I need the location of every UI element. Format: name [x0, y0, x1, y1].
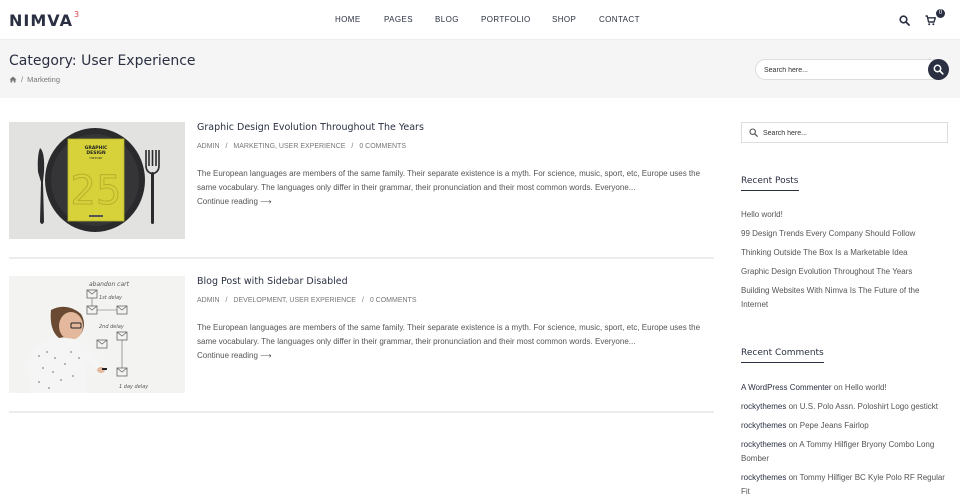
continue-reading-link[interactable]: Continue reading ⟶ [197, 351, 272, 360]
comment-author[interactable]: rockythemes [741, 402, 786, 411]
sidebar-search-input[interactable] [763, 127, 943, 139]
recent-post-link[interactable]: Hello world! [741, 208, 948, 222]
board-text: 2nd delay [99, 324, 125, 330]
sidebar-search-box [741, 122, 948, 143]
whiteboard-man-image: abandon cart 1st delay 2nd delay 1 day d… [9, 276, 185, 393]
comment-author[interactable]: rockythemes [741, 473, 786, 482]
recent-post-link[interactable]: Thinking Outside The Box Is a Marketable… [741, 246, 948, 260]
post-comments-link[interactable]: 0 COMMENTS [370, 297, 417, 304]
comment-on-text: on [788, 402, 798, 411]
search-icon [749, 128, 758, 137]
post-title-link[interactable]: Graphic Design Evolution Throughout The … [197, 122, 424, 133]
post-thumbnail[interactable]: GRAPHIC DESIGN HISTORY 25 [9, 122, 185, 239]
top-navigation-bar: NIMVA3 HOME PAGES BLOG PORTFOLIO SHOP CO… [0, 0, 960, 40]
comment-post-link[interactable]: U.S. Polo Assn. Poloshirt Logo gestickt [800, 402, 938, 411]
nav-blog[interactable]: BLOG [435, 15, 459, 24]
recent-post-link[interactable]: 99 Design Trends Every Company Should Fo… [741, 227, 948, 241]
post-title-link[interactable]: Blog Post with Sidebar Disabled [197, 276, 348, 287]
nav-pages[interactable]: PAGES [384, 15, 413, 24]
nav-portfolio[interactable]: PORTFOLIO [481, 15, 531, 24]
post-excerpt: The European languages are members of th… [197, 169, 701, 192]
comment-author[interactable]: A WordPress Commenter [741, 383, 832, 392]
recent-comment-item: rockythemes on Pepe Jeans Fairlop [741, 419, 948, 433]
recent-comment-item: rockythemes on U.S. Polo Assn. Poloshirt… [741, 400, 948, 414]
post-author-link[interactable]: ADMIN [197, 297, 220, 304]
post-categories-link[interactable]: DEVELOPMENT, USER EXPERIENCE [233, 297, 356, 304]
post-author-link[interactable]: ADMIN [197, 143, 220, 150]
comment-on-text: on [788, 473, 798, 482]
cart-count-badge: 0 [936, 9, 945, 18]
post-meta: ADMIN / MARKETING, USER EXPERIENCE / 0 C… [197, 143, 406, 150]
post-comments-link[interactable]: 0 COMMENTS [359, 143, 406, 150]
post-divider [9, 411, 714, 413]
comment-post-link[interactable]: Hello world! [845, 383, 887, 392]
post-meta: ADMIN / DEVELOPMENT, USER EXPERIENCE / 0… [197, 297, 416, 304]
comment-on-text: on [788, 440, 798, 449]
comment-author[interactable]: rockythemes [741, 440, 786, 449]
blog-post-card: GRAPHIC DESIGN HISTORY 25 Graphic Design… [9, 122, 714, 240]
comment-author[interactable]: rockythemes [741, 421, 786, 430]
book-on-plate-image: GRAPHIC DESIGN HISTORY 25 [9, 122, 185, 239]
comment-post-link[interactable]: Pepe Jeans Fairlop [800, 421, 869, 430]
post-excerpt: The European languages are members of th… [197, 323, 701, 346]
comment-on-text: on [788, 421, 798, 430]
board-text: 1 day delay [119, 384, 149, 390]
nav-shop[interactable]: SHOP [552, 15, 576, 24]
recent-post-link[interactable]: Building Websites With Nimva Is The Futu… [741, 284, 948, 312]
search-icon [933, 64, 944, 75]
blog-post-card: abandon cart 1st delay 2nd delay 1 day d… [9, 276, 714, 394]
recent-comment-item: rockythemes on A Tommy Hilfiger Bryony C… [741, 438, 948, 466]
recent-post-link[interactable]: Graphic Design Evolution Throughout The … [741, 265, 948, 279]
header-search-button[interactable] [928, 59, 949, 80]
header-search-input[interactable] [764, 64, 924, 76]
meta-separator: / [225, 143, 228, 150]
breadcrumb-current: Marketing [27, 75, 61, 84]
breadcrumb: / Marketing [9, 75, 60, 84]
breadcrumb-separator: / [21, 75, 24, 84]
board-text: 1st delay [99, 295, 123, 301]
recent-comment-item: A WordPress Commenter on Hello world! [741, 381, 948, 395]
meta-separator: / [361, 297, 364, 304]
book-title-line: HISTORY [90, 156, 103, 160]
post-categories-link[interactable]: MARKETING, USER EXPERIENCE [233, 143, 345, 150]
home-icon[interactable] [9, 76, 17, 83]
continue-reading-link[interactable]: Continue reading ⟶ [197, 197, 272, 206]
nav-contact[interactable]: CONTACT [599, 15, 640, 24]
recent-posts-heading: Recent Posts [741, 176, 799, 191]
meta-separator: / [225, 297, 228, 304]
comment-on-text: on [833, 383, 843, 392]
page-title-band: Category: User Experience / Marketing [0, 40, 960, 98]
search-icon[interactable] [899, 15, 910, 26]
board-text: abandon cart [89, 281, 130, 288]
recent-comments-heading: Recent Comments [741, 348, 824, 363]
book-number: 25 [71, 168, 122, 214]
recent-comment-item: rockythemes on Tommy Hilfiger BC Kyle Po… [741, 471, 948, 499]
meta-separator: / [351, 143, 354, 150]
nav-home[interactable]: HOME [335, 15, 361, 24]
header-search-box [755, 59, 949, 80]
cart-icon[interactable] [925, 15, 936, 26]
post-thumbnail[interactable]: abandon cart 1st delay 2nd delay 1 day d… [9, 276, 185, 393]
post-divider [9, 257, 714, 259]
page-title: Category: User Experience [9, 53, 196, 69]
main-nav: HOME PAGES BLOG PORTFOLIO SHOP CONTACT [0, 15, 960, 27]
